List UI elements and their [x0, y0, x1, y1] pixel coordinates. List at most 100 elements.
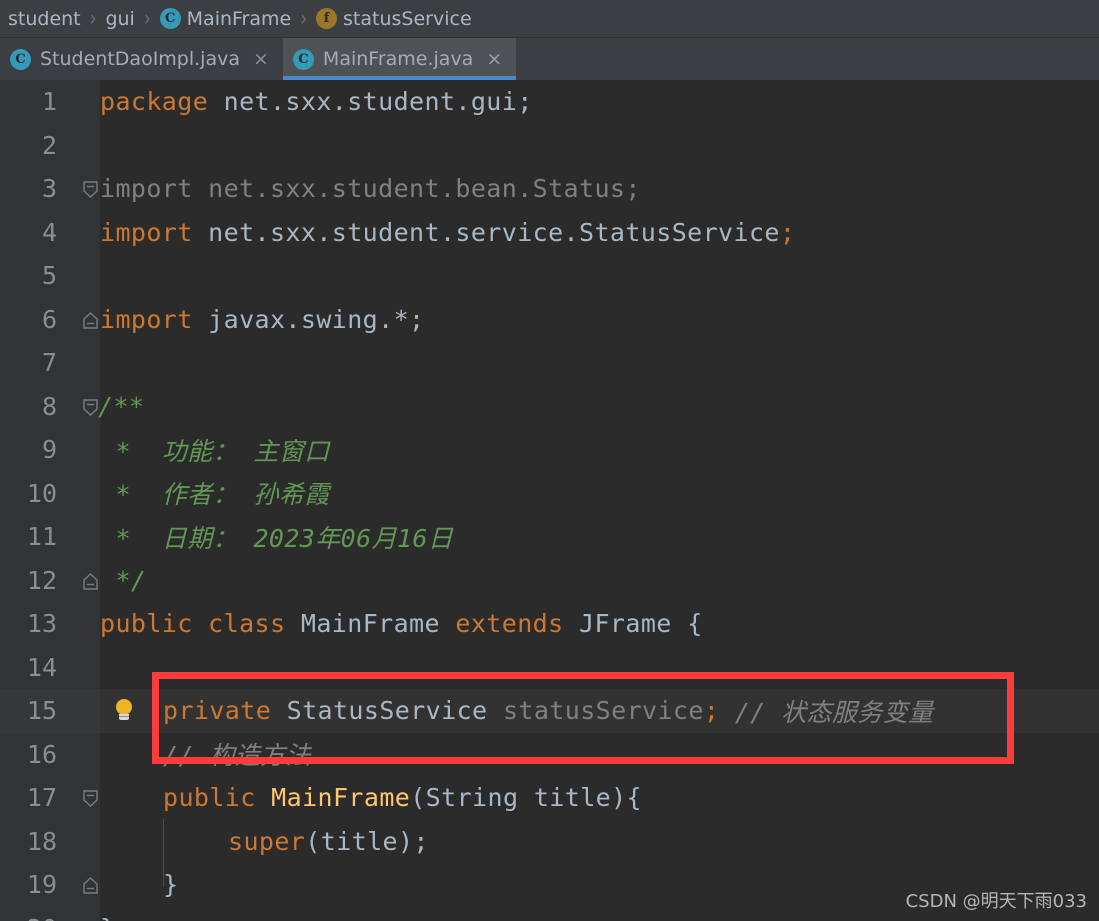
keyword-import: import: [100, 304, 193, 334]
editor-line-17[interactable]: 17 public MainFrame (String title){: [0, 776, 1099, 820]
breadcrumb-item-student[interactable]: student: [6, 8, 83, 30]
breadcrumb: student › gui › C MainFrame › f statusSe…: [0, 0, 1099, 38]
unused-import-status: import net.sxx.student.bean.Status;: [100, 174, 641, 204]
keyword-public: public: [163, 783, 256, 813]
editor-line-9[interactable]: 9 * 功能： 主窗口: [0, 428, 1099, 472]
intention-bulb-button[interactable]: [108, 689, 140, 733]
javadoc-author-line: * 作者： 孙希霞: [100, 480, 330, 510]
editor-line-6[interactable]: 6 import javax.swing.*;: [0, 297, 1099, 342]
line-number: 1: [0, 80, 100, 124]
semicolon: ;: [703, 696, 720, 726]
code-text: import net.sxx.student.service.StatusSer…: [100, 211, 795, 255]
watermark: CSDN @明天下雨033: [905, 891, 1087, 912]
javadoc-open: /**: [98, 391, 145, 421]
code-text: /**: [98, 385, 144, 429]
editor-line-12[interactable]: 12 */: [0, 558, 1099, 603]
code-text: public MainFrame (String title){: [163, 776, 642, 820]
line-number: 15: [0, 689, 100, 733]
ide-window: student › gui › C MainFrame › f statusSe…: [0, 0, 1099, 921]
code-text: private StatusService statusService; // …: [163, 689, 934, 733]
breadcrumb-separator-icon: ›: [143, 5, 151, 32]
breadcrumb-label: student: [8, 7, 81, 30]
editor-line-1[interactable]: 1 package net.sxx.student.gui;: [0, 80, 1099, 124]
code-text: */: [100, 559, 146, 603]
constructor-comment: // 构造方法: [163, 741, 311, 771]
code-text: }: [163, 863, 178, 907]
breadcrumb-item-gui[interactable]: gui: [103, 8, 136, 30]
line-number: 20: [0, 906, 100, 921]
line-number: 10: [0, 471, 100, 515]
super-args: (title);: [305, 826, 429, 856]
line-number: 18: [0, 819, 100, 863]
javadoc-close: */: [100, 565, 147, 595]
fold-end-icon[interactable]: [78, 298, 102, 342]
editor-line-13[interactable]: 13 public class MainFrame extends JFrame…: [0, 602, 1099, 646]
semicolon: ;: [779, 217, 796, 247]
code-text: }: [100, 907, 115, 921]
editor-line-2[interactable]: 2: [0, 123, 1099, 167]
breadcrumb-separator-icon: ›: [300, 5, 308, 32]
breadcrumb-separator-icon: ›: [89, 5, 97, 32]
class-icon: C: [292, 48, 314, 70]
javadoc-date-line: * 日期： 2023年06月16日: [100, 523, 454, 553]
field-comment: // 状态服务变量: [734, 697, 934, 727]
editor-line-18[interactable]: 18 super (title);: [0, 819, 1099, 864]
keyword-class: class: [208, 609, 286, 639]
code-text: * 功能： 主窗口: [100, 428, 330, 472]
breadcrumb-item-mainframe[interactable]: C MainFrame: [158, 8, 294, 30]
code-text: public class MainFrame extends JFrame {: [100, 602, 703, 646]
editor-line-7[interactable]: 7: [0, 341, 1099, 385]
keyword-extends: extends: [455, 609, 564, 639]
close-icon[interactable]: ×: [253, 49, 269, 69]
tab-studentdaoimpl-java[interactable]: C StudentDaoImpl.java ×: [0, 38, 283, 80]
editor-line-14[interactable]: 14: [0, 645, 1099, 689]
line-number: 9: [0, 428, 100, 472]
editor-line-4[interactable]: 4 import net.sxx.student.service.StatusS…: [0, 210, 1099, 255]
breadcrumb-label: statusService: [343, 7, 472, 30]
tab-label: StudentDaoImpl.java: [40, 48, 240, 70]
keyword-import: import: [100, 217, 193, 247]
editor-line-3[interactable]: 3 import net.sxx.student.bean.Status;: [0, 167, 1099, 211]
editor-line-5[interactable]: 5: [0, 254, 1099, 298]
fold-expanded-icon[interactable]: [78, 776, 102, 820]
open-brace: {: [687, 609, 703, 639]
code-editor[interactable]: 1 package net.sxx.student.gui; 2 3 impor…: [0, 80, 1099, 921]
keyword-public: public: [100, 609, 193, 639]
fold-end-icon[interactable]: [78, 863, 102, 907]
editor-line-15[interactable]: 15 private StatusService statusService; …: [0, 689, 1099, 733]
code-text: * 日期： 2023年06月16日: [100, 515, 453, 559]
fold-end-icon[interactable]: [78, 559, 102, 603]
tab-label: MainFrame.java: [322, 48, 474, 70]
code-text: super (title);: [228, 820, 429, 864]
tab-mainframe-java[interactable]: C MainFrame.java ×: [282, 38, 517, 80]
editor-line-10[interactable]: 10 * 作者： 孙希霞: [0, 471, 1099, 515]
import-path: javax.swing.*;: [192, 304, 425, 334]
editor-line-11[interactable]: 11 * 日期： 2023年06月16日: [0, 515, 1099, 559]
close-brace: }: [163, 870, 179, 900]
breadcrumb-item-statusservice[interactable]: f statusService: [314, 8, 474, 30]
keyword-super: super: [228, 826, 306, 856]
line-number: 2: [0, 123, 100, 167]
line-number: 14: [0, 645, 100, 689]
editor-tab-bar: C StudentDaoImpl.java × C MainFrame.java…: [0, 38, 1099, 80]
import-path: net.sxx.student.service.StatusService: [192, 217, 780, 247]
keyword-package: package: [100, 87, 209, 117]
field-icon: f: [316, 8, 338, 29]
constructor-params: (String title){: [410, 783, 643, 813]
breadcrumb-label: gui: [105, 7, 135, 30]
close-icon[interactable]: ×: [486, 49, 502, 69]
editor-line-8[interactable]: 8 /**: [0, 384, 1099, 429]
keyword-private: private: [163, 696, 272, 726]
class-name: MainFrame: [300, 609, 440, 639]
class-icon: C: [159, 8, 181, 29]
fold-expanded-icon[interactable]: [78, 167, 102, 211]
editor-line-16[interactable]: 16 // 构造方法: [0, 732, 1099, 776]
line-number: 13: [0, 602, 100, 646]
